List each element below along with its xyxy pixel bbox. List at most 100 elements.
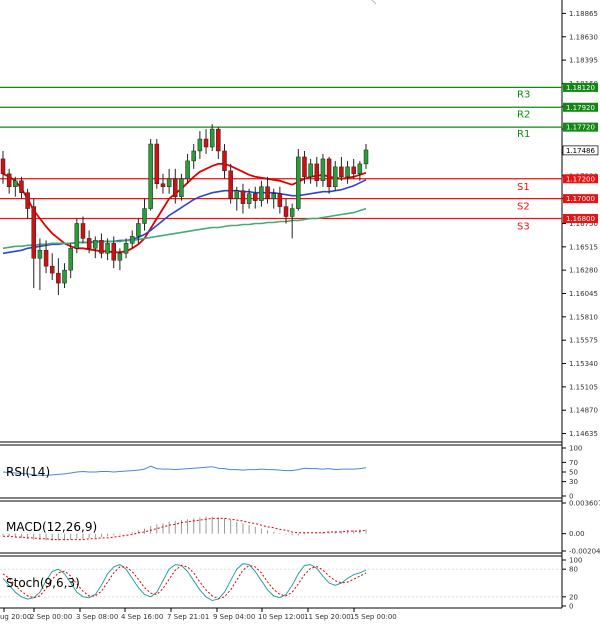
level-label-r1: R1 bbox=[517, 129, 530, 140]
candle-body bbox=[326, 158, 332, 187]
candle-body bbox=[0, 158, 6, 175]
rsi-tick-label: 100 bbox=[569, 445, 582, 453]
price-tick-label: 1.15810 bbox=[569, 313, 598, 321]
candle bbox=[74, 218, 80, 254]
level-tag-r2: 1.17920 bbox=[566, 104, 595, 112]
candle-body bbox=[332, 166, 338, 187]
stoch-tick-label: 80 bbox=[569, 566, 578, 574]
level-tag-s1: 1.17200 bbox=[566, 175, 595, 183]
candle-body bbox=[363, 149, 369, 165]
candle-body bbox=[160, 183, 166, 187]
current-price-tag: 1.17486 bbox=[566, 147, 595, 155]
macd-label: MACD(12,26,9) bbox=[6, 520, 97, 534]
rsi-label: RSI(14) bbox=[6, 465, 50, 479]
stoch-tick-label: 0 bbox=[569, 603, 573, 611]
level-label-s2: S2 bbox=[517, 202, 530, 213]
time-tick-label: 2 Sep 00:00 bbox=[30, 613, 72, 621]
candle-body bbox=[173, 178, 178, 197]
candle-body bbox=[68, 248, 73, 271]
candle-body bbox=[209, 128, 215, 148]
candle-body bbox=[277, 193, 283, 207]
candle-body bbox=[56, 272, 61, 284]
price-tick-label: 1.14870 bbox=[569, 407, 598, 415]
rsi-tick-label: 70 bbox=[569, 459, 578, 467]
candle-body bbox=[49, 265, 55, 274]
candle-body bbox=[240, 190, 246, 204]
time-tick-label: 4 Sep 16:00 bbox=[121, 613, 163, 621]
candle-body bbox=[86, 238, 92, 249]
candle-body bbox=[253, 193, 258, 201]
level-tag-r1: 1.17720 bbox=[566, 124, 595, 132]
candle-body bbox=[246, 193, 252, 204]
candle-body bbox=[80, 223, 86, 239]
candle-body bbox=[351, 166, 356, 175]
candle-body bbox=[228, 170, 233, 199]
price-tick-label: 1.16280 bbox=[569, 267, 598, 275]
candle-body bbox=[99, 240, 104, 254]
stoch-label: Stoch(9,6,3) bbox=[6, 576, 80, 590]
candle-body bbox=[191, 150, 196, 162]
candle-body bbox=[6, 173, 12, 187]
rsi-tick-label: 30 bbox=[569, 478, 578, 486]
candle-body bbox=[13, 180, 18, 187]
candle-body bbox=[234, 190, 240, 199]
time-tick-label: 3 Sep 08:00 bbox=[76, 613, 118, 621]
time-tick-label: ug 20:00 bbox=[0, 613, 31, 621]
candle-body bbox=[74, 223, 80, 249]
candle-body bbox=[25, 192, 30, 209]
macd-tick-label: 0.003607 bbox=[569, 500, 600, 508]
level-tag-r3: 1.18120 bbox=[566, 84, 595, 92]
level-tag-s2: 1.17000 bbox=[566, 195, 595, 203]
candle-body bbox=[357, 163, 363, 175]
candle-body bbox=[296, 156, 301, 209]
price-tick-label: 1.15340 bbox=[569, 360, 598, 368]
time-tick-label: 9 Sep 04:00 bbox=[213, 613, 255, 621]
candle-body bbox=[148, 143, 153, 209]
candle-body bbox=[111, 243, 116, 261]
candle-body bbox=[185, 160, 190, 180]
candle-body bbox=[314, 163, 320, 182]
price-tick-label: 1.14635 bbox=[569, 430, 598, 438]
candle-body bbox=[154, 143, 160, 185]
candle-body bbox=[19, 180, 24, 193]
candle-body bbox=[123, 243, 129, 254]
candle-body bbox=[43, 250, 49, 267]
candle-body bbox=[271, 193, 276, 199]
candle bbox=[154, 139, 160, 189]
price-tick-label: 1.18630 bbox=[569, 33, 598, 41]
price-tick-label: 1.16515 bbox=[569, 243, 598, 251]
candle-body bbox=[339, 166, 344, 178]
candle-body bbox=[265, 186, 270, 199]
candle-body bbox=[62, 269, 67, 284]
candle-body bbox=[197, 138, 203, 152]
candle-body bbox=[105, 243, 110, 254]
candle-body bbox=[117, 253, 123, 261]
price-tick-label: 1.18865 bbox=[569, 10, 598, 18]
level-label-s3: S3 bbox=[517, 222, 530, 233]
candle-body bbox=[37, 250, 43, 259]
candle-body bbox=[203, 138, 209, 148]
candle-body bbox=[129, 236, 135, 244]
candle-body bbox=[216, 128, 221, 152]
price-tick-label: 1.18395 bbox=[569, 57, 598, 65]
candle-body bbox=[179, 178, 184, 197]
candle bbox=[148, 139, 153, 211]
level-label-r3: R3 bbox=[517, 89, 530, 100]
stoch-tick-label: 20 bbox=[569, 593, 578, 601]
time-tick-label: 10 Sep 12:00 bbox=[258, 613, 305, 621]
candle-body bbox=[166, 178, 172, 187]
forex-chart: 1.188651.186301.183951.181601.179301.177… bbox=[0, 0, 600, 625]
candle-body bbox=[93, 240, 98, 249]
candle-body bbox=[345, 166, 350, 178]
candle-body bbox=[283, 206, 289, 217]
price-tick-label: 1.15105 bbox=[569, 383, 598, 391]
time-tick-label: 7 Sep 21:01 bbox=[167, 613, 209, 621]
time-tick-label: 15 Sep 00:00 bbox=[350, 613, 397, 621]
candle-body bbox=[142, 208, 147, 224]
price-tick-label: 1.16045 bbox=[569, 290, 598, 298]
candle-body bbox=[320, 158, 326, 182]
candle-body bbox=[308, 163, 313, 178]
level-label-r2: R2 bbox=[517, 109, 530, 120]
candle-body bbox=[289, 208, 295, 217]
candle-body bbox=[302, 156, 307, 178]
